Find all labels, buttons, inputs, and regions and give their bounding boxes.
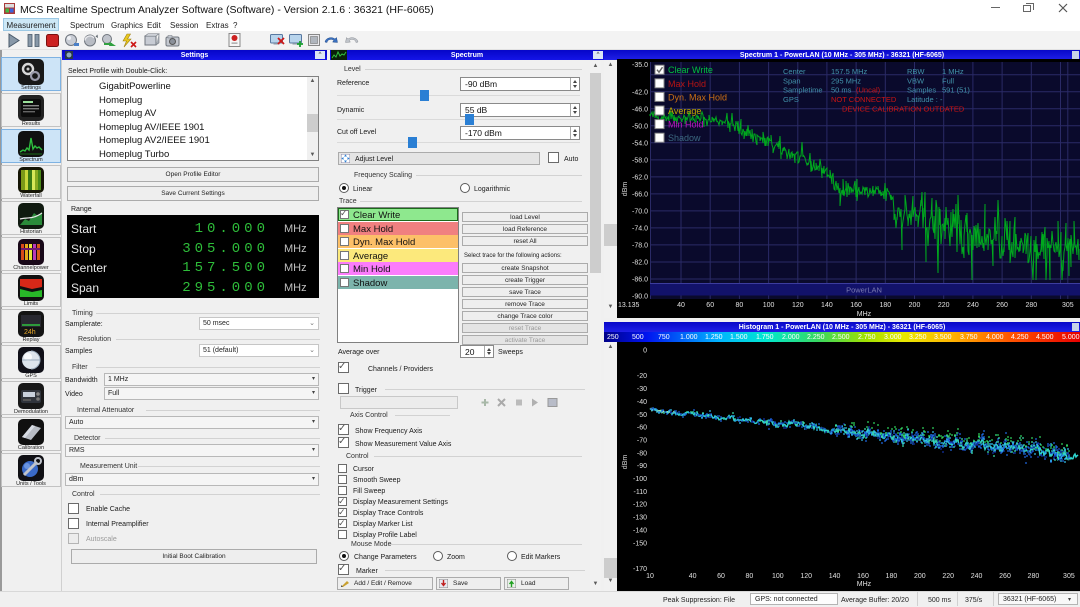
svg-text:-50.0: -50.0 <box>632 123 648 130</box>
svg-text:Min Hold: Min Hold <box>668 120 704 130</box>
svg-text:591 (51): 591 (51) <box>942 86 970 95</box>
svg-text:Span: Span <box>783 76 801 85</box>
svg-text:13.135: 13.135 <box>618 302 640 309</box>
svg-text:220: 220 <box>942 573 954 580</box>
svg-text:-40: -40 <box>637 399 647 406</box>
svg-text:NOT CONNECTED: NOT CONNECTED <box>831 95 897 104</box>
svg-text:-70: -70 <box>637 438 647 445</box>
svg-text:-78.0: -78.0 <box>632 242 648 249</box>
svg-text:Sampletime: Sampletime <box>783 86 823 95</box>
svg-text:-80: -80 <box>637 450 647 457</box>
svg-text:-70.0: -70.0 <box>632 208 648 215</box>
svg-text:-86.0: -86.0 <box>632 277 648 284</box>
svg-text:-74.0: -74.0 <box>632 225 648 232</box>
svg-text:180: 180 <box>879 302 891 309</box>
svg-text:(Uncal): (Uncal) <box>856 86 881 95</box>
svg-text:RBW: RBW <box>907 67 925 76</box>
svg-text:-110: -110 <box>634 489 648 496</box>
svg-text:60: 60 <box>706 302 714 309</box>
svg-text:220: 220 <box>938 302 950 309</box>
svg-text:-120: -120 <box>633 502 647 509</box>
svg-text:140: 140 <box>829 573 841 580</box>
svg-text:-62.0: -62.0 <box>632 174 648 181</box>
svg-text:200: 200 <box>909 302 921 309</box>
svg-text:Average: Average <box>668 106 701 116</box>
svg-text:160: 160 <box>850 302 862 309</box>
svg-text:-82.0: -82.0 <box>632 260 648 267</box>
svg-text:40: 40 <box>689 573 697 580</box>
svg-text:10: 10 <box>646 573 654 580</box>
svg-text:305: 305 <box>1062 302 1074 309</box>
svg-text:-170: -170 <box>633 566 647 573</box>
svg-text:60: 60 <box>717 573 725 580</box>
svg-text:120: 120 <box>792 302 804 309</box>
svg-text:80: 80 <box>736 302 744 309</box>
svg-text:-150: -150 <box>633 540 647 547</box>
svg-text:-66.0: -66.0 <box>632 191 648 198</box>
svg-text:Shadow: Shadow <box>668 133 701 143</box>
svg-text:Samples: Samples <box>907 86 936 95</box>
svg-text:240: 240 <box>971 573 983 580</box>
svg-text:-100: -100 <box>633 476 647 483</box>
svg-text:dBm: dBm <box>622 182 629 197</box>
svg-text:40: 40 <box>677 302 685 309</box>
svg-text:Dyn. Max Hold: Dyn. Max Hold <box>668 92 727 102</box>
svg-text:160: 160 <box>857 573 869 580</box>
svg-text:50 ms: 50 ms <box>831 86 852 95</box>
svg-text:Full: Full <box>942 76 954 85</box>
svg-text:280: 280 <box>1025 302 1037 309</box>
svg-text:-90: -90 <box>637 463 647 470</box>
svg-text:-58.0: -58.0 <box>632 157 648 164</box>
svg-text:MHz: MHz <box>857 311 872 318</box>
svg-text:260: 260 <box>999 573 1011 580</box>
svg-text:VBW: VBW <box>907 76 925 85</box>
svg-text:1 MHz: 1 MHz <box>942 67 964 76</box>
svg-text:MHz: MHz <box>857 581 872 588</box>
svg-text:Clear Write: Clear Write <box>668 65 713 75</box>
svg-text:157.5 MHz: 157.5 MHz <box>831 67 868 76</box>
svg-text:dBm: dBm <box>622 455 629 470</box>
svg-text:DEVICE CALIBRATION OUTDATED: DEVICE CALIBRATION OUTDATED <box>842 104 965 113</box>
svg-text:180: 180 <box>886 573 898 580</box>
svg-text:240: 240 <box>967 302 979 309</box>
svg-text:200: 200 <box>914 573 926 580</box>
svg-text:PowerLAN: PowerLAN <box>846 286 882 295</box>
svg-text:-130: -130 <box>633 515 647 522</box>
svg-text:295 MHz: 295 MHz <box>831 76 861 85</box>
svg-text:GPS: GPS <box>783 95 799 104</box>
svg-text:-35.0: -35.0 <box>632 62 648 69</box>
svg-text:-140: -140 <box>633 527 647 534</box>
svg-text:260: 260 <box>996 302 1008 309</box>
svg-text:100: 100 <box>763 302 775 309</box>
svg-text:140: 140 <box>821 302 833 309</box>
svg-text:-54.0: -54.0 <box>632 140 648 147</box>
svg-text:100: 100 <box>772 573 784 580</box>
svg-text:Center: Center <box>783 67 806 76</box>
svg-text:Max Hold: Max Hold <box>668 79 706 89</box>
svg-text:-42.0: -42.0 <box>632 89 648 96</box>
svg-text:-60: -60 <box>637 425 647 432</box>
svg-text:280: 280 <box>1028 573 1040 580</box>
svg-text:-46.0: -46.0 <box>632 106 648 113</box>
svg-text:120: 120 <box>800 573 812 580</box>
svg-text:-90.0: -90.0 <box>632 294 648 301</box>
svg-text:305: 305 <box>1063 573 1075 580</box>
svg-text:-20: -20 <box>637 373 647 380</box>
svg-text:Latitude : -: Latitude : - <box>907 95 943 104</box>
svg-text:80: 80 <box>746 573 754 580</box>
svg-text:-30: -30 <box>637 386 647 393</box>
svg-text:0: 0 <box>643 348 647 355</box>
svg-text:24h: 24h <box>24 329 36 336</box>
svg-text:-50: -50 <box>637 412 647 419</box>
